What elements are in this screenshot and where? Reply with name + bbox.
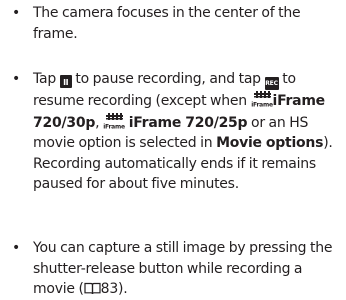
text-tap: Tap	[33, 71, 60, 87]
iframe-icon-label: iFrame	[103, 123, 125, 130]
iframe-icon-label: iFrame	[251, 102, 273, 109]
record-icon: REC	[264, 77, 279, 90]
text-after-ref: ).	[117, 281, 128, 297]
bullet-text: The camera focuses in the center of the …	[33, 5, 301, 42]
iframe-icon: iFrame	[103, 112, 125, 130]
iframe-icon-graphic: iFrame	[251, 91, 273, 109]
text-to-pause: to pause recording, and tap	[71, 71, 265, 87]
book-reference-icon	[84, 282, 101, 295]
list-item: • The camera focuses in the center of th…	[12, 3, 346, 44]
bullet-text: Tap II to pause recording, and tap REC t…	[33, 69, 343, 195]
list-item: • Tap II to pause recording, and tap REC…	[12, 69, 346, 195]
book-reference-icon-graphic	[84, 282, 101, 295]
pause-icon-glyph: II	[63, 78, 69, 87]
page-reference[interactable]: 83	[101, 281, 119, 297]
iframe-icon: iFrame	[251, 90, 273, 108]
bullet-marker: •	[12, 71, 21, 87]
iframe-icon-graphic: iFrame	[103, 112, 125, 130]
text-before-ref: You can capture a still image by pressin…	[33, 240, 333, 297]
pause-icon: II	[59, 75, 72, 88]
option-iframe-25p: iFrame 720/25p	[128, 114, 248, 131]
list-item: • You can capture a still image by press…	[12, 238, 346, 300]
bullet-marker: •	[12, 240, 21, 256]
menu-name-movie-options: Movie options	[216, 135, 324, 151]
bullet-marker: •	[12, 5, 21, 21]
bullet-text: You can capture a still image by pressin…	[33, 238, 343, 300]
text-comma: ,	[95, 114, 103, 131]
